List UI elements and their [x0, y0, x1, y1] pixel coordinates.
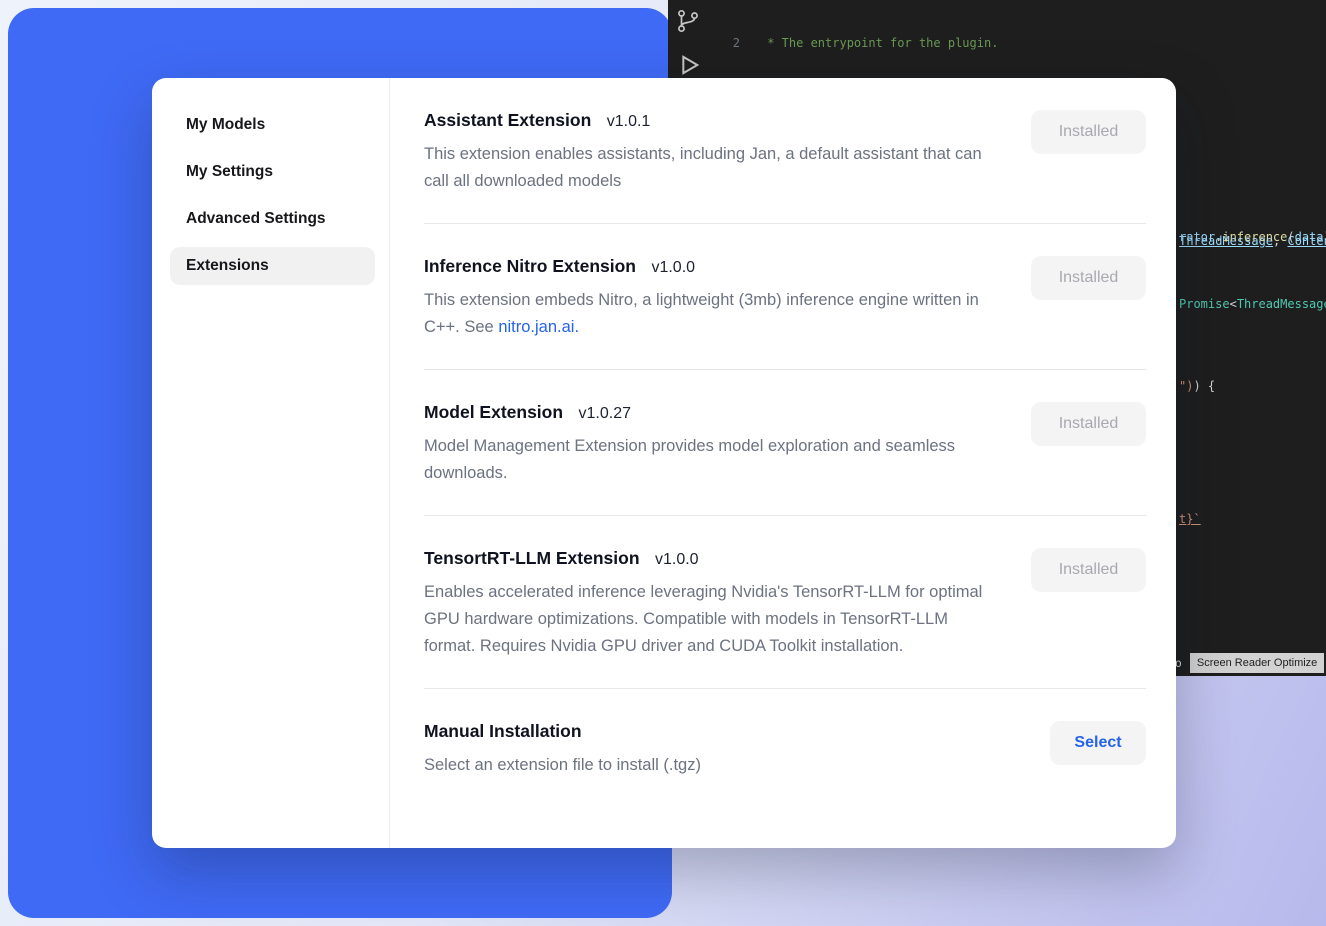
extension-info: Assistant Extension v1.0.1 This extensio… — [424, 110, 999, 195]
extension-row: Assistant Extension v1.0.1 This extensio… — [424, 78, 1146, 223]
select-file-button[interactable]: Select — [1050, 721, 1146, 765]
code-token: ( — [1287, 230, 1294, 244]
extension-heading: Model Extension v1.0.27 — [424, 402, 999, 423]
code-token: ") — [1179, 379, 1193, 393]
extension-heading: Assistant Extension v1.0.1 — [424, 110, 999, 131]
settings-modal: My Models My Settings Advanced Settings … — [152, 78, 1176, 848]
desktop: 2 * The entrypoint for the plugin. 3 */ … — [0, 0, 1326, 926]
extension-info: TensortRT-LLM Extension v1.0.0 Enables a… — [424, 548, 999, 660]
extension-description: Model Management Extension provides mode… — [424, 433, 999, 487]
code-fragment: rator.inference(data)); — [1179, 229, 1326, 245]
manual-installation-title: Manual Installation — [424, 721, 582, 741]
extension-info: Model Extension v1.0.27 Model Management… — [424, 402, 999, 487]
code-token: Promise — [1179, 297, 1230, 311]
code-text: * The entrypoint for the plugin. — [760, 35, 998, 52]
code-fragment: ")) { — [1179, 378, 1215, 394]
manual-installation-row: Manual Installation Select an extension … — [424, 689, 1146, 807]
extension-title: Inference Nitro Extension — [424, 256, 636, 276]
sidebar-item-extensions[interactable]: Extensions — [170, 247, 375, 285]
sidebar-item-my-settings[interactable]: My Settings — [170, 153, 375, 191]
manual-installation-description: Select an extension file to install (.tg… — [424, 752, 701, 779]
code-token: rator — [1179, 230, 1215, 244]
code-token: < — [1230, 297, 1237, 311]
extension-version: v1.0.1 — [607, 113, 651, 130]
installed-button[interactable]: Installed — [1031, 110, 1146, 154]
extension-description: This extension embeds Nitro, a lightweig… — [424, 287, 999, 341]
extension-version: v1.0.27 — [579, 405, 631, 422]
extension-row: Inference Nitro Extension v1.0.0 This ex… — [424, 224, 1146, 369]
editor-status-row: go Screen Reader Optimize — [1168, 650, 1324, 676]
extension-info: Manual Installation Select an extension … — [424, 721, 701, 779]
extension-info: Inference Nitro Extension v1.0.0 This ex… — [424, 256, 999, 341]
settings-sidebar: My Models My Settings Advanced Settings … — [152, 78, 390, 848]
run-debug-icon[interactable] — [673, 50, 703, 80]
code-token: inference — [1222, 230, 1287, 244]
extension-heading: Manual Installation — [424, 721, 701, 742]
extension-description: This extension enables assistants, inclu… — [424, 141, 999, 195]
sidebar-item-my-models[interactable]: My Models — [170, 106, 375, 144]
line-number: 2 — [710, 35, 760, 52]
extension-version: v1.0.0 — [655, 551, 699, 568]
installed-button[interactable]: Installed — [1031, 402, 1146, 446]
extension-row: Model Extension v1.0.27 Model Management… — [424, 370, 1146, 515]
code-token: data — [1295, 230, 1324, 244]
screen-reader-notice[interactable]: Screen Reader Optimize — [1190, 653, 1324, 673]
code-line: 2 * The entrypoint for the plugin. — [710, 35, 1326, 52]
extension-heading: Inference Nitro Extension v1.0.0 — [424, 256, 999, 277]
code-fragment: t}` — [1179, 511, 1201, 527]
code-token: ) { — [1193, 379, 1215, 393]
extension-row: TensortRT-LLM Extension v1.0.0 Enables a… — [424, 516, 1146, 688]
code-fragment: Promise<ThreadMessage> — [1179, 296, 1326, 312]
nitro-jan-ai-link[interactable]: nitro.jan.ai. — [498, 318, 579, 336]
extensions-panel: Assistant Extension v1.0.1 This extensio… — [390, 78, 1176, 848]
source-control-icon[interactable] — [673, 6, 703, 36]
code-token: ThreadMessage — [1237, 297, 1326, 311]
code-token: t}` — [1179, 512, 1201, 526]
extension-version: v1.0.0 — [651, 259, 695, 276]
installed-button[interactable]: Installed — [1031, 256, 1146, 300]
extension-title: Assistant Extension — [424, 110, 591, 130]
extension-heading: TensortRT-LLM Extension v1.0.0 — [424, 548, 999, 569]
installed-button[interactable]: Installed — [1031, 548, 1146, 592]
extension-title: Model Extension — [424, 402, 563, 422]
extension-description: Enables accelerated inference leveraging… — [424, 579, 999, 660]
code-token: * The entrypoint for the plugin. — [760, 36, 998, 50]
sidebar-item-advanced-settings[interactable]: Advanced Settings — [170, 200, 375, 238]
extension-title: TensortRT-LLM Extension — [424, 548, 640, 568]
